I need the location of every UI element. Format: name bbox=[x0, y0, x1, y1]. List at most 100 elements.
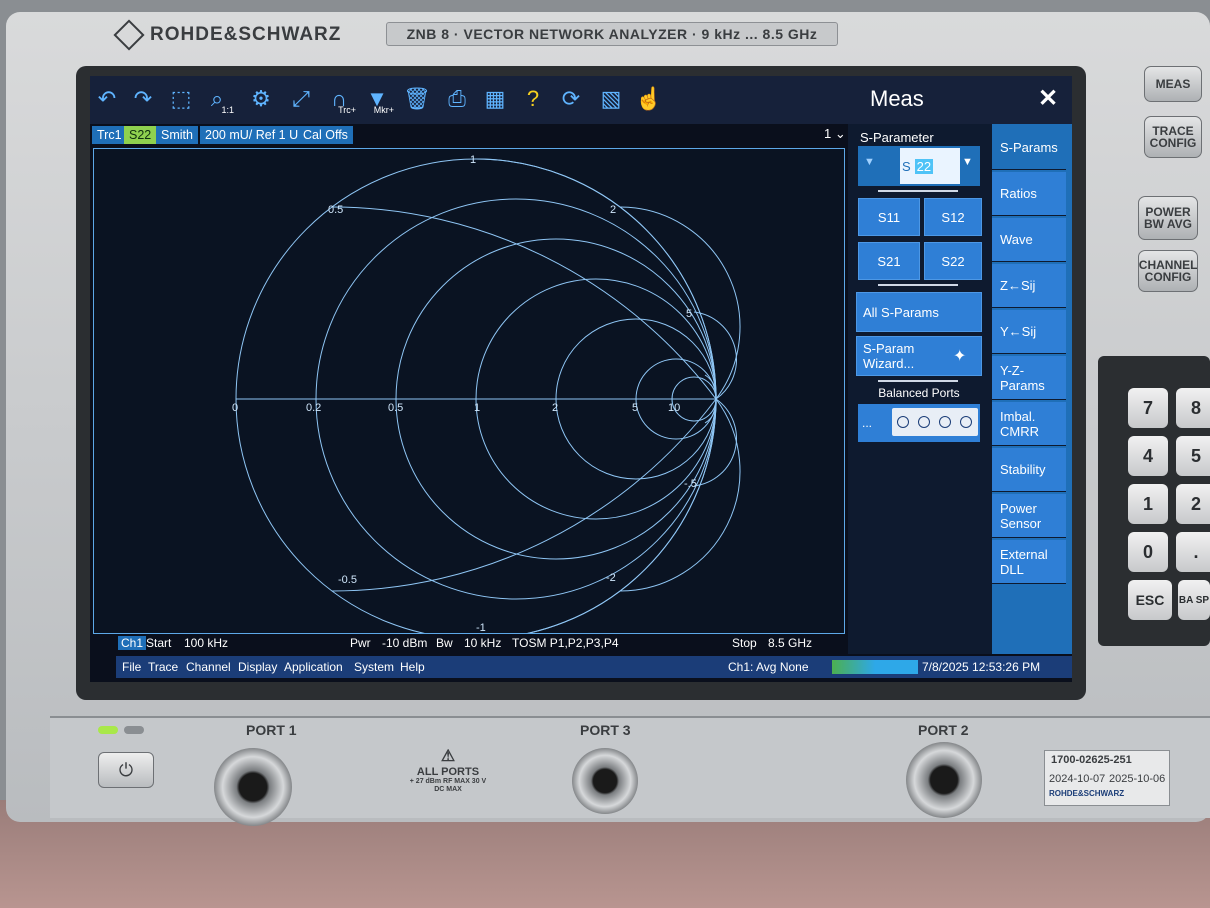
menu-trace[interactable]: Trace bbox=[148, 660, 178, 674]
tab-s-params[interactable]: S-Params bbox=[992, 126, 1066, 170]
trace-add-icon[interactable]: ∩ Trc+ bbox=[322, 82, 356, 116]
port-dot-icon bbox=[897, 416, 909, 428]
key-2[interactable]: 2 bbox=[1176, 484, 1210, 524]
x-label-2: 2 bbox=[610, 204, 616, 216]
divider bbox=[878, 380, 958, 382]
menu-help[interactable]: Help bbox=[400, 660, 425, 674]
undo-icon[interactable]: ↶ bbox=[90, 82, 124, 116]
brand-logo: ROHDE&SCHWARZ bbox=[113, 19, 342, 51]
print-icon[interactable]: ⎙ bbox=[440, 82, 474, 116]
all-sparams-button[interactable]: All S-Params bbox=[856, 292, 982, 332]
trace-cal[interactable]: Cal Offs bbox=[298, 126, 353, 144]
meas-key[interactable]: MEAS bbox=[1144, 66, 1202, 102]
x-arc-2 bbox=[619, 206, 741, 400]
s21-button[interactable]: S21 bbox=[858, 242, 920, 280]
menu-system[interactable]: System bbox=[354, 660, 394, 674]
touch-icon[interactable]: ☝ bbox=[632, 82, 666, 116]
help-icon[interactable]: ? bbox=[516, 82, 550, 116]
x-label-neg0.5: -0.5 bbox=[338, 574, 357, 586]
cal-brand: ROHDE&SCHWARZ bbox=[1049, 789, 1125, 798]
port-2-label: PORT 2 bbox=[918, 722, 969, 738]
power-value[interactable]: -10 dBm bbox=[382, 636, 427, 650]
start-value[interactable]: 100 kHz bbox=[184, 636, 228, 650]
backspace-key[interactable]: BA SP bbox=[1178, 580, 1210, 620]
tab-power-sensor[interactable]: Power Sensor bbox=[992, 494, 1066, 538]
tab-wave[interactable]: Wave bbox=[992, 218, 1066, 262]
menu-display[interactable]: Display bbox=[238, 660, 277, 674]
trace-param[interactable]: S22 bbox=[124, 126, 157, 144]
balanced-ports-button[interactable]: ... bbox=[858, 404, 980, 442]
tab-y-sij[interactable]: Y←Sij bbox=[992, 310, 1066, 354]
ellipsis: ... bbox=[862, 416, 873, 430]
fit-icon[interactable]: ⤢ bbox=[284, 82, 318, 116]
bw-label: Bw bbox=[436, 636, 453, 650]
refresh-icon[interactable]: ⟳ bbox=[554, 82, 588, 116]
x-label-0.5: 0.5 bbox=[328, 204, 343, 216]
zoom-1to1-icon[interactable]: ⌕ 1:1 bbox=[200, 82, 234, 116]
x-arc-neg1 bbox=[526, 398, 717, 633]
trace-config-key[interactable]: TRACE CONFIG bbox=[1144, 116, 1202, 158]
tab-z-sij[interactable]: Z←Sij bbox=[992, 264, 1066, 308]
menu-channel[interactable]: Channel bbox=[186, 660, 231, 674]
zoom-icon[interactable]: ⬚ bbox=[164, 82, 198, 116]
tab-stability[interactable]: Stability bbox=[992, 448, 1066, 492]
delete-icon[interactable]: 🗑 bbox=[400, 82, 434, 116]
r-label-0.2: 0.2 bbox=[306, 402, 321, 414]
power-button[interactable]: ⏻ bbox=[98, 752, 154, 788]
s12-button[interactable]: S12 bbox=[924, 198, 982, 236]
bw-value[interactable]: 10 kHz bbox=[464, 636, 501, 650]
key-decimal[interactable]: . bbox=[1176, 532, 1210, 572]
key-1[interactable]: 1 bbox=[1128, 484, 1168, 524]
warning-detail: + 27 dBm RF MAX 30 V DC MAX bbox=[409, 778, 487, 793]
sparam-wizard-button[interactable]: S-Param Wizard... ✦ bbox=[856, 336, 982, 376]
sparam-input[interactable]: S 22 bbox=[900, 148, 960, 184]
datetime: 7/8/2025 12:53:26 PM bbox=[922, 660, 1041, 674]
key-5[interactable]: 5 bbox=[1176, 436, 1210, 476]
menu-application[interactable]: Application bbox=[284, 660, 343, 674]
trace-name[interactable]: Trc1 bbox=[92, 126, 127, 144]
key-8[interactable]: 8 bbox=[1176, 388, 1210, 428]
windows-icon[interactable]: ▦ bbox=[478, 82, 512, 116]
smith-chart[interactable]: 0 0.2 0.5 1 2 5 10 1 0.5 2 5 -.5 -0.5 -2… bbox=[93, 148, 845, 634]
close-icon[interactable]: ✕ bbox=[1038, 84, 1058, 113]
trace-scale[interactable]: 200 mU/ Ref 1 U bbox=[200, 126, 304, 144]
s22-button[interactable]: S22 bbox=[924, 242, 982, 280]
port-2-connector bbox=[906, 742, 982, 818]
power-icon: ⏻ bbox=[118, 759, 134, 780]
zoom-settings-icon[interactable]: ⚙ bbox=[244, 82, 278, 116]
tab-y-z-params[interactable]: Y-Z-Params bbox=[992, 356, 1066, 400]
menu-bar: File Trace Channel Display Application S… bbox=[116, 656, 1072, 678]
divider bbox=[878, 190, 958, 192]
dropdown-right-icon[interactable]: ▼ bbox=[962, 156, 973, 168]
esc-key[interactable]: ESC bbox=[1128, 580, 1172, 620]
port-dot-icon bbox=[939, 416, 951, 428]
power-bw-avg-key[interactable]: POWER BW AVG bbox=[1138, 196, 1198, 240]
magic-wand-icon: ✦ bbox=[953, 347, 967, 365]
tab-imbal-cmrr[interactable]: Imbal. CMRR bbox=[992, 402, 1066, 446]
page-selector[interactable]: 1 ⌄ bbox=[824, 126, 846, 142]
dropdown-left-icon[interactable]: ▼ bbox=[864, 156, 875, 168]
model-plate: ZNB 8 · VECTOR NETWORK ANALYZER · 9 kHz … bbox=[386, 22, 838, 46]
smith-grid bbox=[235, 158, 741, 633]
channel-config-key[interactable]: CHANNEL CONFIG bbox=[1138, 250, 1198, 292]
cal-date: 2024-10-07 bbox=[1049, 773, 1106, 785]
marker-add-icon[interactable]: ▼ Mkr+ bbox=[360, 82, 394, 116]
brand-text: ROHDE&SCHWARZ bbox=[150, 24, 342, 45]
tab-external-dll[interactable]: External DLL bbox=[992, 540, 1066, 584]
channel-id[interactable]: Ch1 bbox=[118, 636, 147, 650]
x-arc-neg2 bbox=[619, 398, 741, 592]
key-7[interactable]: 7 bbox=[1128, 388, 1168, 428]
key-0[interactable]: 0 bbox=[1128, 532, 1168, 572]
redo-icon[interactable]: ↷ bbox=[126, 82, 160, 116]
key-4[interactable]: 4 bbox=[1128, 436, 1168, 476]
s11-button[interactable]: S11 bbox=[858, 198, 920, 236]
trace-format[interactable]: Smith bbox=[156, 126, 198, 144]
numeric-keypad: 7 8 4 5 1 2 0 . ESC BA SP bbox=[1098, 356, 1210, 646]
display-icon[interactable]: ▧ bbox=[594, 82, 628, 116]
stop-value[interactable]: 8.5 GHz bbox=[768, 636, 812, 650]
tab-ratios[interactable]: Ratios bbox=[992, 172, 1066, 216]
meas-panel: S-Parameter ▼ ▼ S 22 S11 S12 S21 S22 All … bbox=[848, 124, 1072, 654]
trace-info-bar: Trc1 S22 Smith 200 mU/ Ref 1 U Cal Offs bbox=[90, 124, 850, 146]
divider bbox=[878, 284, 958, 286]
menu-file[interactable]: File bbox=[122, 660, 141, 674]
